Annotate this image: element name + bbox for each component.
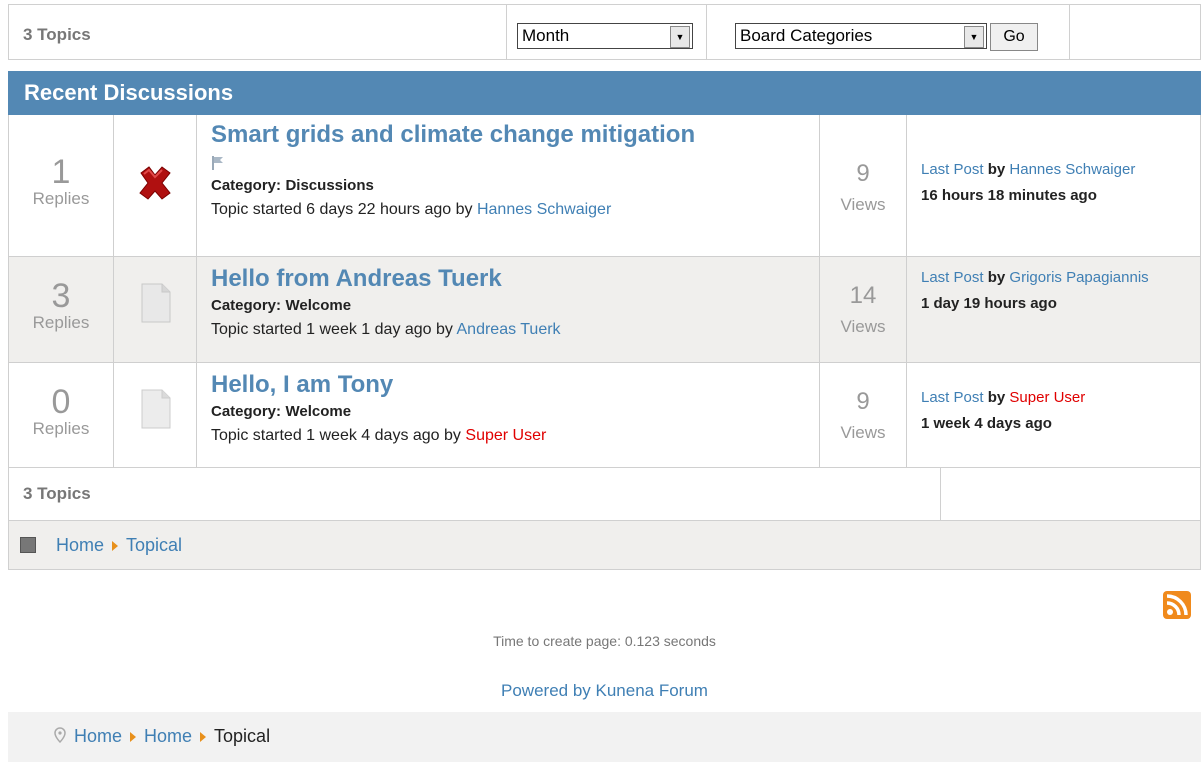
last-post-author[interactable]: Grigoris Papagiannis: [1009, 269, 1148, 286]
category-label: Category:: [211, 297, 282, 314]
category-label: Category:: [211, 403, 282, 420]
last-post-link[interactable]: Last Post: [921, 269, 984, 286]
topic-started: Topic started 6 days 22 hours ago: [211, 201, 452, 218]
last-post-link[interactable]: Last Post: [921, 161, 984, 178]
replies-label: Replies: [32, 189, 90, 208]
topic-started: Topic started 1 week 4 days ago: [211, 427, 440, 444]
divider: [1069, 5, 1070, 59]
breadcrumb-home[interactable]: Home: [74, 726, 122, 746]
last-post-author[interactable]: Hannes Schwaiger: [1009, 161, 1135, 178]
views-label: Views: [840, 317, 886, 336]
author-link[interactable]: Andreas Tuerk: [457, 321, 561, 338]
footer-toolbar: 3 Topics: [8, 467, 1201, 521]
topic-row: 1 Replies Smart grids and climate change…: [8, 115, 1201, 257]
by-label: by: [444, 427, 461, 444]
by-label: by: [455, 201, 473, 218]
page-time: Time to create page: 0.123 seconds: [493, 633, 716, 649]
views-cell: 14 Views: [820, 257, 906, 362]
replies-count: 0: [51, 383, 71, 421]
last-post-link[interactable]: Last Post: [921, 389, 984, 406]
category-label: Category:: [211, 177, 282, 194]
replies-cell: 0 Replies: [9, 363, 113, 467]
chevron-right-icon: [112, 541, 119, 552]
topic-icon-cell: [114, 257, 196, 362]
topic-document-icon: [141, 389, 171, 429]
replies-label: Replies: [32, 313, 90, 332]
breadcrumb-home[interactable]: Home: [56, 535, 104, 555]
replies-cell: 1 Replies: [9, 115, 113, 256]
category-link[interactable]: Welcome: [285, 297, 351, 314]
replies-count: 1: [51, 153, 71, 191]
topic-started: Topic started 1 week 1 day ago: [211, 321, 432, 338]
topic-main: Hello from Andreas Tuerk Category: Welco…: [211, 257, 811, 362]
topic-row: 3 Replies Hello from Andreas Tuerk Categ…: [8, 257, 1201, 363]
by-label: by: [987, 269, 1006, 286]
chevron-right-icon: [200, 732, 207, 743]
views-count: 14: [849, 282, 877, 309]
replies-count: 3: [51, 277, 71, 315]
author-link[interactable]: Hannes Schwaiger: [477, 201, 611, 218]
last-post-time: 16 hours 18 minutes ago: [921, 187, 1097, 204]
square-icon: [20, 537, 36, 553]
views-label: Views: [840, 423, 886, 442]
views-label: Views: [840, 195, 886, 214]
section-title: Recent Discussions: [24, 80, 234, 105]
go-button[interactable]: Go: [990, 23, 1038, 51]
divider: [706, 5, 707, 59]
last-post-cell: Last Post by Super User 1 week 4 days ag…: [921, 363, 1196, 467]
category-link[interactable]: Welcome: [285, 403, 351, 420]
period-select-value: Month: [522, 26, 570, 45]
topic-main: Hello, I am Tony Category: Welcome Topic…: [211, 363, 811, 467]
topic-title-link[interactable]: Hello from Andreas Tuerk: [211, 265, 811, 293]
author-link[interactable]: Super User: [465, 427, 546, 444]
forum-breadcrumb: Home Topical: [8, 520, 1201, 570]
chevron-right-icon: [130, 732, 137, 743]
topic-main: Smart grids and climate change mitigatio…: [211, 115, 811, 256]
last-post-author[interactable]: Super User: [1009, 389, 1085, 406]
chevron-down-icon: ▼: [670, 26, 690, 48]
period-select[interactable]: Month ▼: [517, 23, 693, 49]
last-post-cell: Last Post by Hannes Schwaiger 16 hours 1…: [921, 115, 1196, 256]
breadcrumb-current: Topical: [214, 726, 271, 746]
topic-title-link[interactable]: Smart grids and climate change mitigatio…: [211, 121, 811, 149]
topic-count: 3 Topics: [23, 25, 91, 44]
category-select-value: Board Categories: [740, 26, 873, 45]
locked-x-icon: [139, 166, 171, 200]
replies-cell: 3 Replies: [9, 257, 113, 362]
views-count: 9: [856, 160, 870, 187]
last-post-cell: Last Post by Grigoris Papagiannis 1 day …: [921, 257, 1196, 362]
by-label: by: [436, 321, 453, 338]
category-select[interactable]: Board Categories ▼: [735, 23, 987, 49]
powered-by-link[interactable]: Powered by Kunena Forum: [8, 681, 1201, 701]
rss-icon[interactable]: [1163, 591, 1191, 619]
views-cell: 9 Views: [820, 115, 906, 256]
topic-document-icon: [141, 283, 171, 323]
top-toolbar: 3 Topics Month ▼ Board Categories ▼ Go: [8, 4, 1201, 60]
topic-row: 0 Replies Hello, I am Tony Category: Wel…: [8, 363, 1201, 468]
divider: [506, 5, 507, 59]
breadcrumb-home[interactable]: Home: [144, 726, 192, 746]
footer-topic-count: 3 Topics: [23, 484, 91, 503]
site-breadcrumb: Home Home Topical: [8, 712, 1201, 762]
topic-icon-cell: [114, 363, 196, 467]
topic-icon-cell: [114, 115, 196, 256]
breadcrumb-topical[interactable]: Topical: [126, 535, 182, 555]
by-label: by: [987, 389, 1006, 406]
topic-title-link[interactable]: Hello, I am Tony: [211, 371, 811, 399]
flag-icon: [212, 156, 223, 170]
last-post-time: 1 day 19 hours ago: [921, 295, 1057, 312]
views-count: 9: [856, 388, 870, 415]
by-label: by: [987, 161, 1006, 178]
category-link[interactable]: Discussions: [285, 177, 373, 194]
replies-label: Replies: [32, 419, 90, 438]
views-cell: 9 Views: [820, 363, 906, 467]
last-post-time: 1 week 4 days ago: [921, 415, 1052, 432]
chevron-down-icon: ▼: [964, 26, 984, 48]
location-pin-icon: [54, 727, 66, 743]
section-header: Recent Discussions: [8, 71, 1201, 115]
